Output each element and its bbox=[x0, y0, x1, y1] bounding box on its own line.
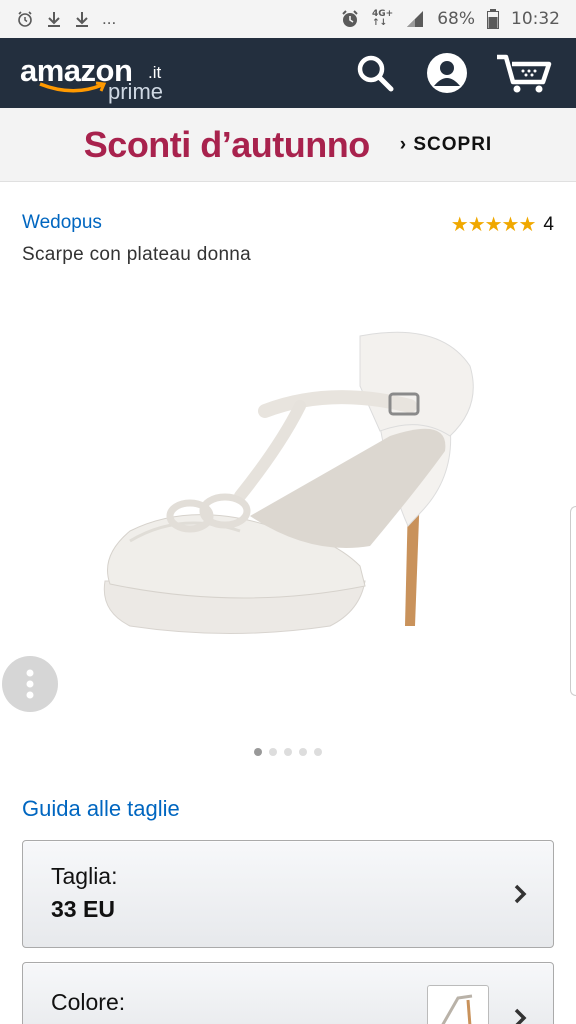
cart-button[interactable] bbox=[494, 48, 554, 98]
alarm-icon bbox=[18, 11, 32, 27]
do-not-disturb-clock-icon bbox=[342, 10, 358, 27]
account-icon bbox=[427, 53, 467, 93]
promo-cta-link[interactable]: › SCOPRI bbox=[400, 134, 492, 156]
smile-arrow-icon bbox=[39, 81, 107, 93]
battery-percent: 68% bbox=[437, 9, 475, 29]
size-value: 33 EU bbox=[51, 896, 115, 922]
shoe-thumbnail-image bbox=[441, 994, 473, 1024]
pagination-dot[interactable] bbox=[269, 748, 277, 756]
app-screen: ... 4G+ ↑↓ 68% 10:32 amazon .it prime Sc… bbox=[0, 0, 576, 1024]
product-title: Scarpe con plateau donna bbox=[22, 244, 252, 265]
chevron-right-icon bbox=[514, 884, 527, 904]
product-image-shoe[interactable] bbox=[90, 326, 490, 646]
signal-icon bbox=[407, 11, 424, 27]
amazon-prime-logo[interactable]: amazon .it prime bbox=[20, 45, 180, 104]
size-guide-link[interactable]: Guida alle taglie bbox=[0, 776, 576, 822]
status-bar: ... 4G+ ↑↓ 68% 10:32 bbox=[0, 0, 576, 38]
image-pagination bbox=[0, 748, 576, 756]
cart-icon bbox=[497, 54, 552, 93]
status-notifications: ... bbox=[16, 9, 116, 29]
rating-stars: ★★★★★ bbox=[450, 214, 537, 236]
color-thumbnail[interactable] bbox=[427, 985, 489, 1024]
rating-count: 4 bbox=[543, 213, 554, 235]
more-options-button[interactable] bbox=[2, 656, 58, 712]
search-button[interactable] bbox=[350, 48, 400, 98]
product-header: Wedopus ★★★★★ 4 Scarpe con plateau donna bbox=[0, 182, 576, 266]
clock: 10:32 bbox=[511, 9, 560, 29]
download-icon-2 bbox=[76, 12, 88, 27]
pagination-dot[interactable] bbox=[284, 748, 292, 756]
status-system: 4G+ ↑↓ 68% 10:32 bbox=[340, 9, 560, 29]
account-button[interactable] bbox=[422, 48, 472, 98]
more-notifications-dots: ... bbox=[102, 9, 117, 28]
app-header: amazon .it prime bbox=[0, 38, 576, 108]
download-icon bbox=[48, 12, 60, 27]
search-icon bbox=[357, 55, 394, 92]
promo-banner[interactable]: Sconti d’autunno › SCOPRI bbox=[0, 108, 576, 182]
color-selector[interactable]: Colore: bbox=[22, 962, 554, 1024]
vertical-dots-icon bbox=[26, 669, 34, 699]
pagination-dot[interactable] bbox=[299, 748, 307, 756]
size-label: Taglia: bbox=[51, 863, 118, 889]
pagination-dot-active[interactable] bbox=[254, 748, 262, 756]
size-selector[interactable]: Taglia: 33 EU bbox=[22, 840, 554, 948]
promo-title: Sconti d’autunno bbox=[83, 123, 370, 165]
network-type: 4G+ ↑↓ bbox=[372, 9, 394, 28]
pagination-dot[interactable] bbox=[314, 748, 322, 756]
rating[interactable]: ★★★★★ 4 bbox=[451, 212, 554, 237]
header-actions bbox=[350, 48, 554, 98]
logo-prime: prime bbox=[108, 79, 164, 104]
chevron-right-icon bbox=[514, 1008, 527, 1024]
side-panel-handle[interactable] bbox=[570, 506, 576, 696]
battery-icon bbox=[487, 9, 499, 29]
image-gallery[interactable] bbox=[0, 266, 576, 776]
